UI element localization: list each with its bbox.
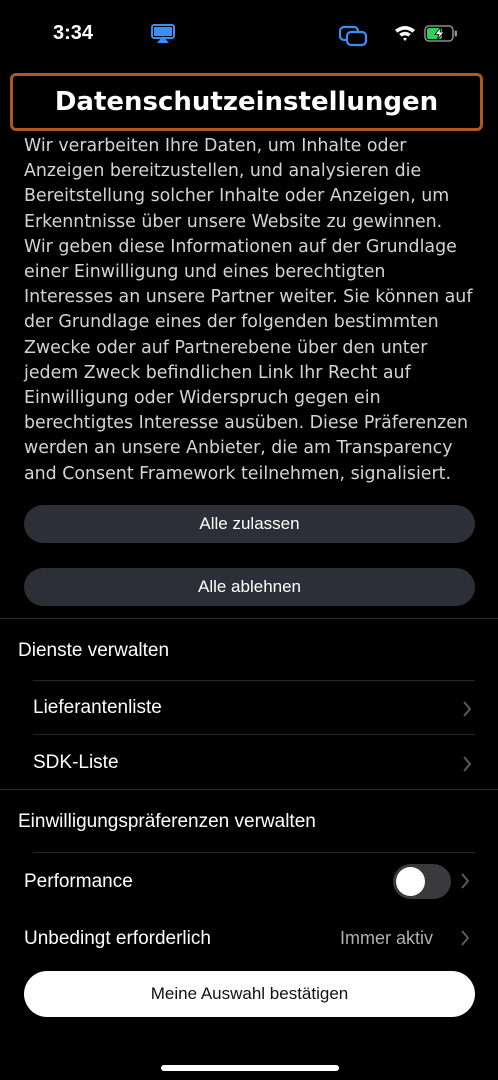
screen-mirroring-icon: [338, 25, 368, 47]
sdk-list-label: SDK-Liste: [33, 752, 119, 773]
divider: [0, 618, 498, 619]
strictly-necessary-label: Unbedingt erforderlich: [24, 928, 211, 949]
performance-label: Performance: [24, 871, 133, 892]
divider: [33, 852, 475, 853]
toggle-knob: [396, 867, 425, 896]
consent-description: Wir verarbeiten Ihre Daten, um Inhalte o…: [24, 136, 473, 484]
chevron-right-icon[interactable]: [460, 872, 470, 890]
consent-preferences-heading: Einwilligungspräferenzen verwalten: [18, 811, 316, 832]
reject-all-button[interactable]: Alle ablehnen: [24, 568, 475, 606]
divider: [33, 680, 475, 681]
airplay-icon: [151, 24, 175, 43]
home-indicator[interactable]: [161, 1065, 339, 1071]
title-box: Datenschutzeinstellungen: [10, 73, 483, 131]
battery-charging-icon: [424, 25, 457, 42]
page-title: Datenschutzeinstellungen: [54, 87, 439, 117]
always-active-status: Immer aktiv: [340, 928, 434, 948]
divider: [33, 734, 475, 735]
chevron-right-icon: [463, 756, 472, 772]
chevron-right-icon: [463, 701, 472, 717]
allow-all-button[interactable]: Alle zulassen: [24, 505, 475, 543]
wifi-icon: [395, 26, 415, 41]
vendor-list-label: Lieferantenliste: [33, 697, 162, 718]
sdk-list-row[interactable]: SDK-Liste: [33, 752, 475, 776]
divider: [0, 789, 498, 790]
manage-services-heading: Dienste verwalten: [18, 640, 170, 661]
status-time: 3:34: [53, 22, 94, 44]
confirm-selection-button[interactable]: Meine Auswahl bestätigen: [24, 971, 475, 1017]
chevron-right-icon[interactable]: [460, 929, 470, 947]
performance-toggle[interactable]: [393, 864, 451, 899]
vendor-list-row[interactable]: Lieferantenliste: [33, 697, 475, 721]
